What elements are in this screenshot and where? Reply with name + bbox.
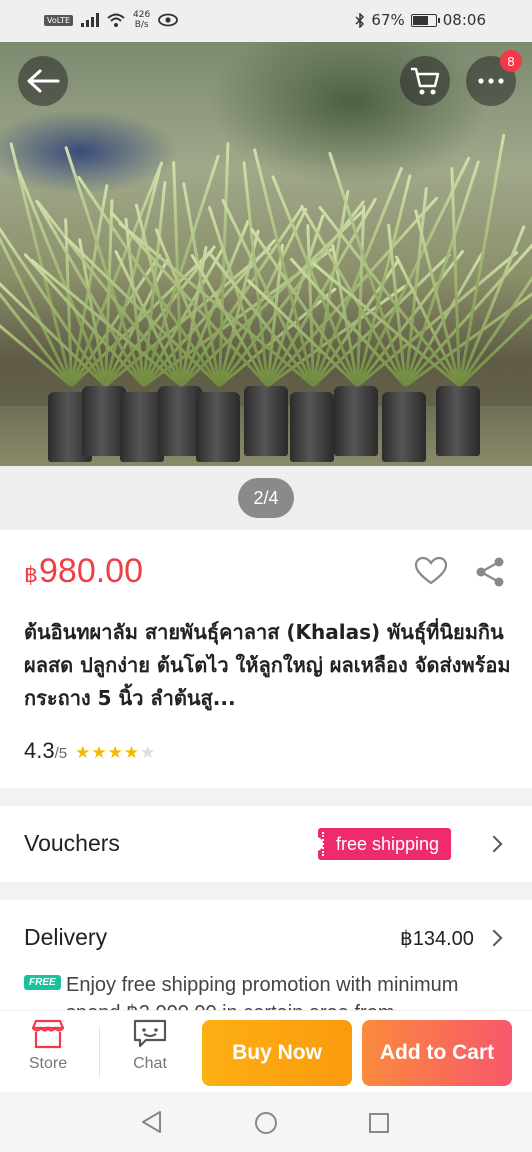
chat-button[interactable]: Chat <box>120 1018 180 1073</box>
price-value: 980.00 <box>39 552 143 590</box>
free-shipping-voucher-tag[interactable]: free shipping <box>312 828 452 860</box>
recents-square-icon[interactable] <box>368 1112 390 1134</box>
more-button[interactable]: 8 <box>466 50 522 106</box>
rating-value: 4.3 <box>24 738 55 763</box>
chat-icon <box>133 1019 167 1048</box>
star-icon: ★ <box>107 743 124 762</box>
back-triangle-icon[interactable] <box>140 1110 164 1134</box>
divider <box>99 1026 100 1078</box>
wifi-icon <box>107 13 125 27</box>
cart-icon <box>411 67 440 95</box>
home-circle-icon[interactable] <box>254 1111 278 1135</box>
product-image[interactable] <box>0 42 532 466</box>
add-to-cart-button[interactable]: Add to Cart <box>362 1020 512 1086</box>
net-speed-unit: B/s <box>134 20 149 30</box>
star-icon: ★ <box>91 743 108 762</box>
free-shipping-badge: FREE <box>24 975 61 990</box>
product-rating: 4.3 /5 ★★★★★ <box>24 738 156 764</box>
plant-pot <box>436 386 480 456</box>
cart-button[interactable] <box>400 56 450 106</box>
product-price: ฿ 980.00 <box>24 552 143 591</box>
plant-pot <box>290 392 334 462</box>
battery-percent: 67% <box>371 11 405 29</box>
rating-stars: ★★★★★ <box>75 743 156 763</box>
buy-now-button[interactable]: Buy Now <box>202 1020 352 1086</box>
vouchers-label: Vouchers <box>24 830 120 856</box>
net-speed-value: 426 <box>133 10 151 20</box>
heart-icon[interactable] <box>414 556 448 586</box>
rating-max: /5 <box>54 745 68 762</box>
system-nav-bar <box>0 1092 532 1152</box>
bluetooth-icon <box>355 12 365 28</box>
plant-pot <box>334 386 378 456</box>
arrow-left-icon <box>27 69 60 93</box>
price-currency: ฿ <box>24 562 38 587</box>
star-icon: ★ <box>75 743 92 762</box>
plant-pot <box>382 392 426 462</box>
battery-icon <box>410 13 440 27</box>
eye-icon <box>158 13 179 27</box>
store-label: Store <box>28 1055 68 1072</box>
product-title: ต้นอินทผาลัม สายพันธุ์คาลาส (Khalas) พัน… <box>24 620 511 710</box>
plant-pot <box>196 392 240 462</box>
chat-label: Chat <box>133 1055 167 1072</box>
back-button[interactable] <box>18 56 68 106</box>
store-button[interactable]: Store <box>18 1018 78 1073</box>
share-icon[interactable] <box>474 556 506 588</box>
signal-icon <box>81 13 100 27</box>
clock: 08:06 <box>442 11 486 29</box>
more-dots-icon <box>478 78 504 84</box>
notification-badge: 8 <box>500 50 522 72</box>
store-icon <box>31 1019 65 1049</box>
star-icon: ★ <box>123 743 141 762</box>
image-pager: 2/4 <box>238 478 294 518</box>
net-speed: 426 B/s <box>133 10 150 30</box>
star-icon: ★ <box>140 743 157 762</box>
plant-pot <box>244 386 288 456</box>
delivery-fee: ฿134.00 <box>400 928 474 950</box>
status-bar: VoLTE 426 B/s 67% 08:06 <box>0 0 532 42</box>
volte-indicator: VoLTE <box>44 14 74 26</box>
delivery-label: Delivery <box>24 924 108 950</box>
